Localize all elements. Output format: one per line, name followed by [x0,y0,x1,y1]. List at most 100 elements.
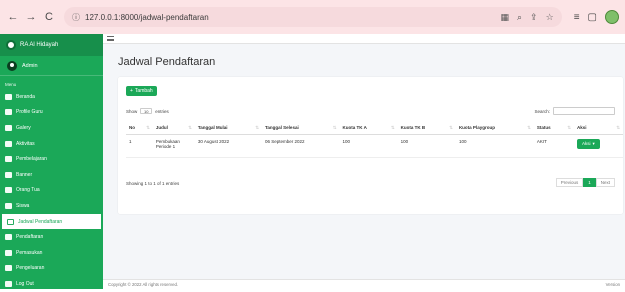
sidebar-item-label: Pembelajaran [16,156,47,163]
search-input[interactable] [553,107,615,115]
column-header-label: Aksi [576,124,587,130]
main-content: Jadwal Pendaftaran + Tambah Show 10 entr… [103,34,625,289]
address-actions: ▦ ⌕ ⇪ ☆ [501,12,554,23]
footer: Copyright © 2022 All rights reserved. Ve… [103,279,625,289]
column-header[interactable]: Tanggal Selesai ⇅ [262,122,340,135]
sidebar-toggle-icon[interactable]: ▢ [588,12,597,23]
cell-selesai: 06 September 2022 [262,134,340,158]
url-text: 127.0.0.1:8000/jadwal-pendaftaran [85,12,209,22]
chart-icon [5,140,12,147]
reading-list-icon[interactable]: ≡ [574,12,580,23]
cell-judul: Pembukaan Periode 1 [152,134,195,158]
forward-icon[interactable]: → [24,10,38,24]
column-header-label: No [129,124,135,130]
reload-icon[interactable]: C [42,10,56,24]
column-header[interactable]: Status ⇅ [533,122,574,135]
column-header-label: Status [536,124,551,130]
sidebar-item-label: Galery [16,124,31,131]
sidebar-item-label: Siswa [16,202,30,209]
cell-playgroup: 100 [455,134,534,158]
calendar-icon [7,218,14,225]
sidebar-item-pemasukan[interactable]: Pemasukan [0,245,103,261]
sort-icon: ⇅ [146,124,150,130]
sidebar-item-pembelajaran[interactable]: Pembelajaran [0,151,103,167]
next-button[interactable]: Next [595,178,615,187]
column-header-label: Kuota TK A [342,124,367,130]
page-button-current[interactable]: 1 [583,178,596,187]
sidebar-item-pengeluaran[interactable]: Pengeluaran [0,261,103,277]
sidebar-item-label: Pemasukan [16,249,43,256]
show-label: Show [126,108,138,114]
share-icon[interactable]: ⇪ [530,12,538,23]
back-icon[interactable]: ← [6,10,20,24]
cell-aksi: Aksi ▾ [573,134,623,158]
brand[interactable]: RA Al Hidayah [0,34,103,56]
user-panel[interactable]: Admin [0,56,103,76]
sidebar: RA Al Hidayah Admin Menu Beranda Profile … [0,34,103,289]
sidebar-item-label: Orang Tua [16,187,40,194]
sidebar-item-banner[interactable]: Banner [0,167,103,183]
sidebar-item-profile-guru[interactable]: Profile Guru [0,105,103,121]
sort-icon: ⇅ [616,124,620,130]
screenshot-icon[interactable]: ▦ [501,12,510,23]
search-control: Search: [534,107,615,115]
page-title: Jadwal Pendaftaran [118,56,216,68]
sidebar-item-orang-tua[interactable]: Orang Tua [0,183,103,199]
sort-icon: ⇅ [449,124,453,130]
column-header-label: Tanggal Selesai [265,124,299,130]
sidebar-item-label: Pengeluaran [16,265,45,272]
entries-select[interactable]: 10 [140,108,153,114]
sidebar-menu: Beranda Profile Guru Galery Aktivitas Pembel… [0,89,103,292]
students-icon [5,202,12,209]
top-navbar [103,34,625,44]
address-bar[interactable]: ⓘ 127.0.0.1:8000/jadwal-pendaftaran ▦ ⌕ … [64,7,562,27]
expense-icon [5,265,12,272]
column-header[interactable]: Kuota Playgroup ⇅ [455,122,534,135]
sidebar-item-jadwal-pendaftaran[interactable]: Jadwal Pendaftaran [2,213,101,230]
browser-toolbar: ← → C ⓘ 127.0.0.1:8000/jadwal-pendaftara… [0,0,625,34]
column-header[interactable]: Aksi ⇅ [573,122,623,135]
action-label: Aksi [581,141,591,146]
caret-down-icon: ▾ [592,140,595,146]
id-card-icon [5,109,12,116]
profile-avatar[interactable] [605,10,619,24]
table-card: + Tambah Show 10 entries Search: No ⇅ Judu… [118,77,623,214]
copyright-text: Copyright © 2022 All rights reserved. [108,282,179,287]
sort-icon: ⇅ [390,124,395,130]
image-icon [5,124,12,131]
length-control: Show 10 entries [126,108,169,114]
sidebar-item-label: Banner [16,171,33,178]
action-dropdown-button[interactable]: Aksi ▾ [576,138,600,149]
user-name: Admin [22,62,38,69]
pagination: Previous 1 Next [555,178,615,187]
sidebar-item-pendaftaran[interactable]: Pendaftaran [0,229,103,245]
column-header[interactable]: No ⇅ [126,122,153,135]
column-header[interactable]: Tanggal Mulai ⇅ [194,122,263,135]
column-header-label: Tanggal Mulai [197,124,228,130]
sidebar-item-galery[interactable]: Galery [0,120,103,136]
sidebar-item-label: Aktivitas [16,140,35,147]
sidebar-item-beranda[interactable]: Beranda [0,89,103,105]
column-header[interactable]: Kuota TK A ⇅ [339,122,398,135]
column-header-label: Kuota TK B [400,124,426,130]
add-button[interactable]: + Tambah [126,86,157,96]
sidebar-item-siswa[interactable]: Siswa [0,198,103,214]
users-icon [5,187,12,194]
version-text: Version [605,282,620,287]
sort-icon: ⇅ [527,124,531,130]
book-icon [5,156,12,163]
column-header[interactable]: Judul ⇅ [152,122,195,135]
sidebar-item-label: Profile Guru [16,109,43,116]
table-info: Showing 1 to 1 of 1 entries [126,181,180,186]
sidebar-item-aktivitas[interactable]: Aktivitas [0,136,103,152]
add-button-label: Tambah [134,88,153,94]
sidebar-item-label: Beranda [16,93,35,100]
cell-mulai: 30 August 2022 [194,134,263,158]
bookmark-icon[interactable]: ☆ [546,12,554,23]
previous-button[interactable]: Previous [555,178,584,187]
zoom-icon[interactable]: ⌕ [517,12,522,23]
sidebar-item-log-out[interactable]: Log Out [0,276,103,292]
hamburger-icon[interactable] [107,36,114,41]
cell-no: 1 [126,134,153,158]
column-header[interactable]: Kuota TK B ⇅ [397,122,456,135]
